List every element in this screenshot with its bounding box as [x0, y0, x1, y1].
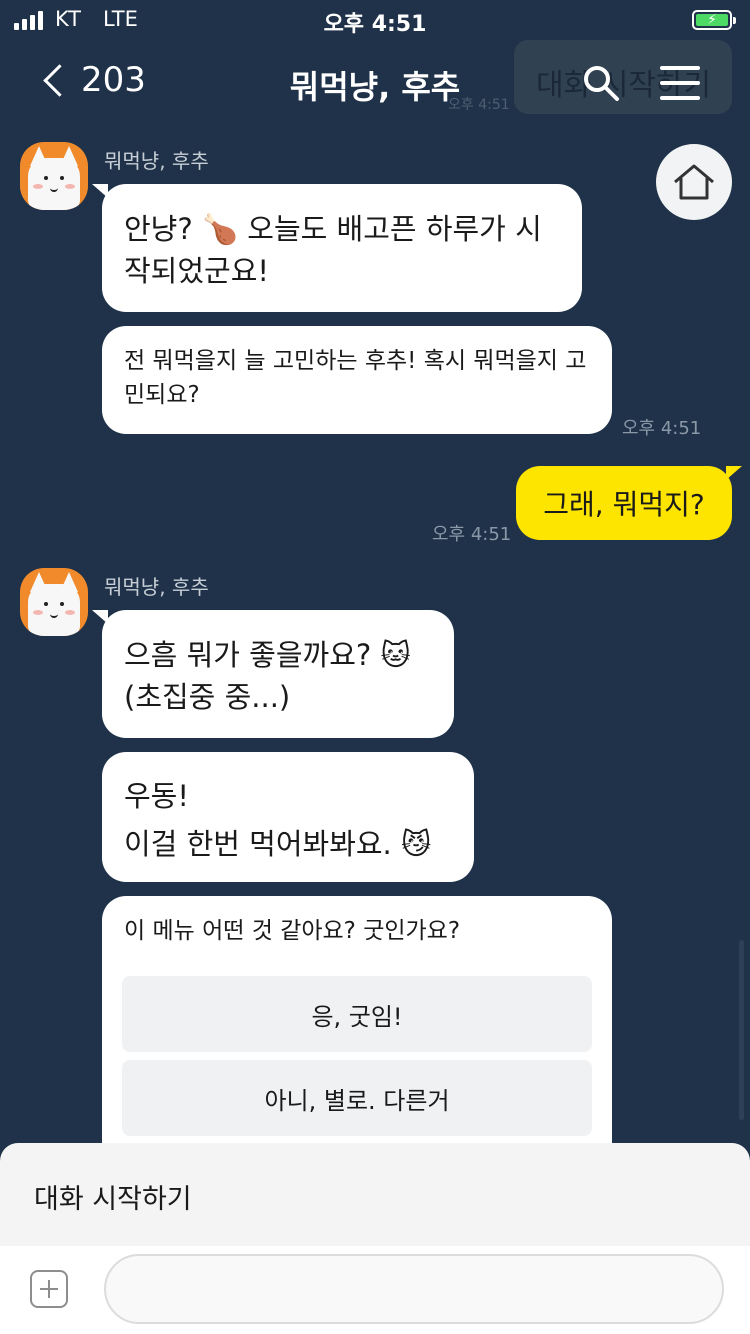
bot-message-bubble: 우동! 이걸 한번 먹어봐봐요. 😼: [102, 752, 474, 882]
quick-reply-no-button[interactable]: 아니, 별로. 다른거: [122, 1060, 592, 1136]
plus-icon[interactable]: [30, 1270, 68, 1308]
message-time: 오후 4:51: [432, 524, 512, 545]
home-icon: [674, 164, 714, 200]
sender-name: 뭐먹냥, 후추: [104, 149, 209, 173]
bot-avatar[interactable]: [20, 568, 88, 636]
home-button[interactable]: [656, 144, 732, 220]
message-time: 오후 4:51: [622, 418, 702, 439]
message-text: 이걸 한번 먹어봐봐요. 😼: [124, 827, 432, 861]
chat-scrollbar[interactable]: [739, 940, 744, 1120]
quick-reply-yes-button[interactable]: 응, 굿임!: [122, 976, 592, 1052]
bot-message-bubble: 전 뭐먹을지 늘 고민하는 후추! 혹시 뭐먹을지 고민되요?: [102, 326, 612, 434]
my-message-bubble: 그래, 뭐먹지?: [516, 466, 742, 540]
message-text: 우동!: [124, 779, 189, 813]
message-text: 그래, 뭐먹지?: [543, 488, 705, 521]
chat-header: 대화 시작하기 오후 4:51 203 뭐먹냥, 후추: [0, 40, 750, 128]
battery-charging-icon: ⚡: [692, 10, 736, 30]
message-text: 으흠 뭐가 좋을까요? 🐱: [124, 638, 411, 672]
bot-message-bubble: 으흠 뭐가 좋을까요? 🐱 (초집중 중...): [92, 610, 454, 738]
search-icon[interactable]: [582, 64, 620, 102]
message-input[interactable]: [104, 1254, 724, 1324]
message-text: (초집중 중...): [124, 680, 291, 714]
message-text: 이 메뉴 어떤 것 같아요? 굿인가요?: [124, 918, 461, 944]
status-clock: 오후 4:51: [323, 12, 427, 37]
start-conversation-panel: 대화 시작하기: [0, 1143, 750, 1246]
status-bar: KT LTE 오후 4:51 ⚡: [0, 0, 750, 40]
sender-name: 뭐먹냥, 후추: [104, 575, 209, 599]
hamburger-menu-icon[interactable]: [660, 66, 700, 100]
start-conversation-button[interactable]: 대화 시작하기: [34, 1177, 192, 1216]
chat-title: 뭐먹냥, 후추: [289, 68, 461, 106]
message-text: 전 뭐먹을지 늘 고민하는 후추! 혹시 뭐먹을지 고민되요?: [124, 348, 587, 408]
message-input-bar: [0, 1246, 750, 1334]
bot-avatar[interactable]: [20, 142, 88, 210]
message-text: 안냥? 🍗 오늘도 배고픈 하루가 시작되었군요!: [124, 212, 542, 288]
quick-reply-card: 이 메뉴 어떤 것 같아요? 굿인가요? 응, 굿임! 아니, 별로. 다른거: [102, 896, 612, 1166]
bot-message-bubble: 안냥? 🍗 오늘도 배고픈 하루가 시작되었군요!: [92, 184, 582, 312]
